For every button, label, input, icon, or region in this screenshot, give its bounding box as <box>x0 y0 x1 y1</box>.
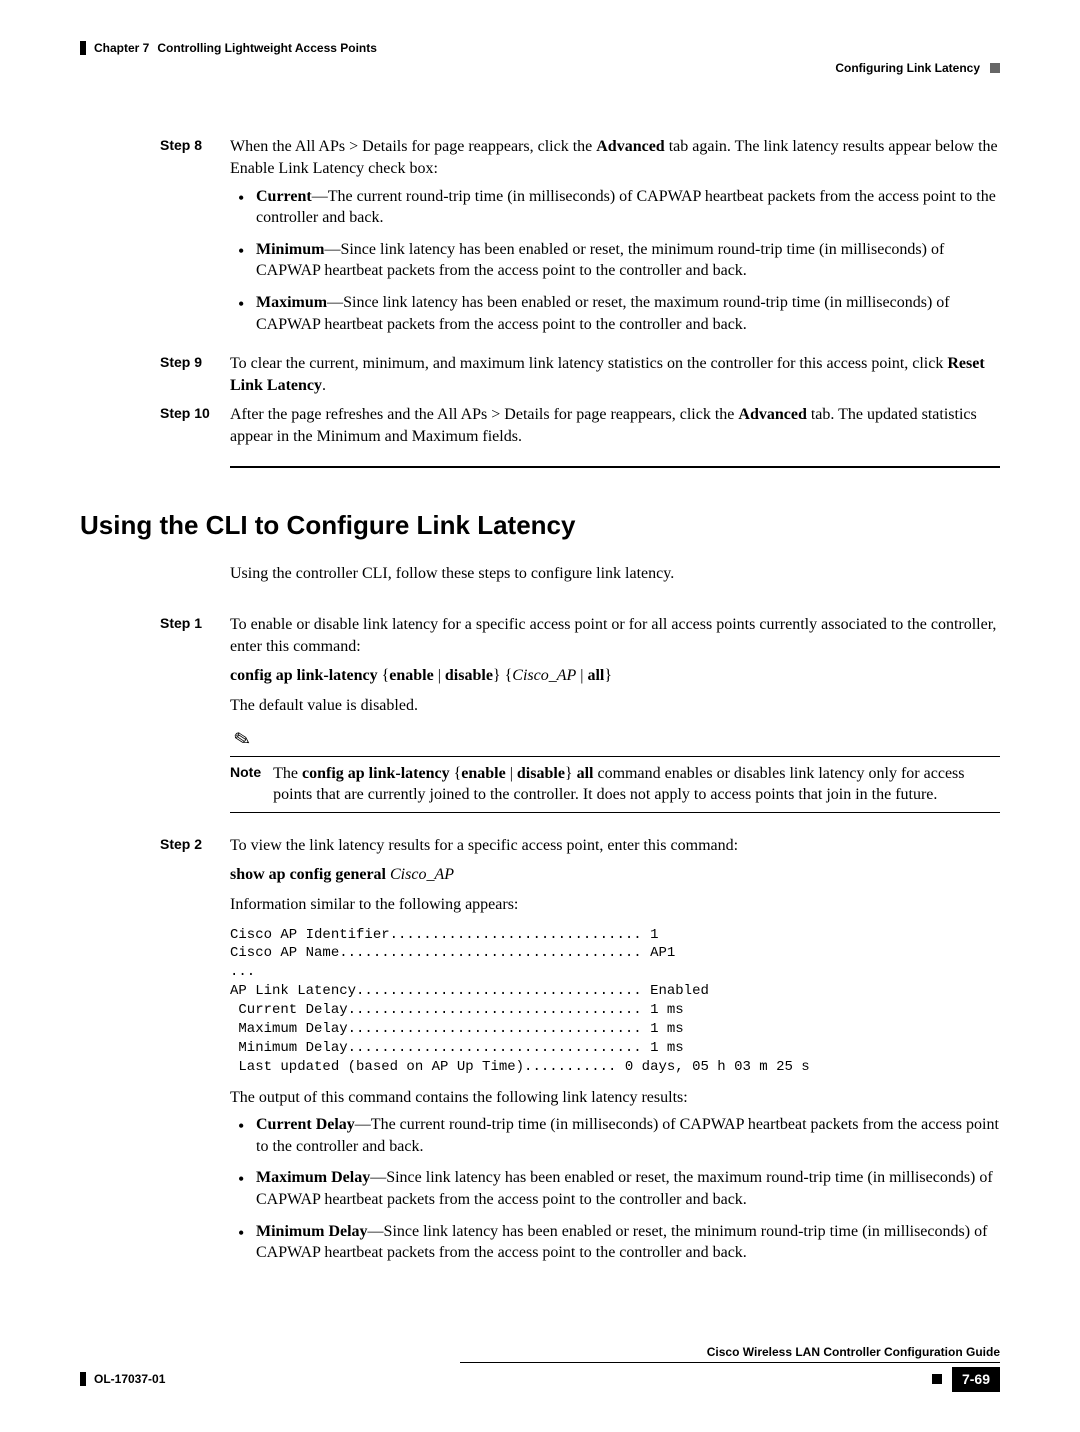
arg: Cisco_AP <box>512 667 576 684</box>
step-label: Step 2 <box>160 835 230 1274</box>
term: Current <box>256 188 312 205</box>
note-body: The config ap link-latency {enable | dis… <box>273 763 1000 806</box>
p: } <box>565 765 577 782</box>
p: | <box>434 667 445 684</box>
cmd: disable <box>517 765 565 782</box>
step-label: Step 10 <box>160 404 230 447</box>
page-footer: Cisco Wireless LAN Controller Configurat… <box>80 1344 1000 1392</box>
step-8: Step 8 When the All APs > Details for pa… <box>160 136 1000 345</box>
cli-step-2: Step 2 To view the link latency results … <box>160 835 1000 1274</box>
cmd: enable <box>389 667 433 684</box>
code-output: Cisco AP Identifier.....................… <box>230 926 1000 1077</box>
header-left: Chapter 7 Controlling Lightweight Access… <box>80 40 377 56</box>
footer-guide-title: Cisco Wireless LAN Controller Configurat… <box>80 1344 1000 1360</box>
cmd: all <box>587 667 604 684</box>
step-body: To enable or disable link latency for a … <box>230 614 1000 827</box>
cmd: disable <box>445 667 493 684</box>
header-marker-icon <box>990 63 1000 73</box>
step-body: When the All APs > Details for page reap… <box>230 136 1000 345</box>
chapter-number: Chapter 7 <box>94 40 149 56</box>
section-divider <box>230 466 1000 468</box>
note-row: Note The config ap link-latency {enable … <box>230 756 1000 813</box>
page-number-badge: 7-69 <box>952 1367 1000 1392</box>
chapter-title: Controlling Lightweight Access Points <box>157 40 377 56</box>
text: . <box>322 377 326 394</box>
footer-left: OL-17037-01 <box>80 1371 165 1387</box>
text: To view the link latency results for a s… <box>230 835 1000 857</box>
footer-rule <box>460 1362 1000 1363</box>
default-text: The default value is disabled. <box>230 695 1000 717</box>
bold: Advanced <box>596 138 664 155</box>
t: The <box>273 765 302 782</box>
p: } { <box>493 667 512 684</box>
p: { <box>450 765 462 782</box>
list-item: Current Delay—The current round-trip tim… <box>256 1114 1000 1157</box>
list-item: Minimum Delay—Since link latency has bee… <box>256 1221 1000 1264</box>
list-item: Minimum—Since link latency has been enab… <box>256 239 1000 282</box>
text: To clear the current, minimum, and maxim… <box>230 355 947 372</box>
command-line: config ap link-latency {enable | disable… <box>230 665 1000 687</box>
footer-marker-icon <box>932 1374 942 1384</box>
desc: —Since link latency has been enabled or … <box>256 294 950 333</box>
note-label: Note <box>230 763 261 806</box>
text: After the page refreshes and the All APs… <box>230 406 738 423</box>
page-header: Chapter 7 Controlling Lightweight Access… <box>80 40 1000 56</box>
bold: Advanced <box>738 406 806 423</box>
page-subheader: Configuring Link Latency <box>80 60 1000 76</box>
step-body: To view the link latency results for a s… <box>230 835 1000 1274</box>
note-block: ✎ Note The config ap link-latency {enabl… <box>230 727 1000 813</box>
cli-step-1: Step 1 To enable or disable link latency… <box>160 614 1000 827</box>
step-10: Step 10 After the page refreshes and the… <box>160 404 1000 447</box>
command-line: show ap config general Cisco_AP <box>230 864 1000 886</box>
cmd: enable <box>461 765 505 782</box>
cmd: config ap link-latency <box>230 667 378 684</box>
cmd: show ap config general <box>230 866 386 883</box>
step-body: After the page refreshes and the All APs… <box>230 404 1000 447</box>
term: Minimum <box>256 241 324 258</box>
footer-bar-icon <box>80 1372 86 1386</box>
header-bar-icon <box>80 41 86 55</box>
step-label: Step 9 <box>160 353 230 396</box>
desc: —The current round-trip time (in millise… <box>256 1116 999 1155</box>
p: { <box>378 667 390 684</box>
p: } <box>604 667 612 684</box>
cmd: all <box>577 765 594 782</box>
desc: —Since link latency has been enabled or … <box>256 241 944 280</box>
list-item: Maximum Delay—Since link latency has bee… <box>256 1167 1000 1210</box>
cmd: config ap link-latency <box>302 765 450 782</box>
arg: Cisco_AP <box>386 866 454 883</box>
section-name: Configuring Link Latency <box>835 60 980 76</box>
note-icon-row: ✎ <box>230 727 1000 754</box>
list-item: Current—The current round-trip time (in … <box>256 186 1000 229</box>
step-label: Step 1 <box>160 614 230 827</box>
text: To enable or disable link latency for a … <box>230 614 1000 657</box>
step-9: Step 9 To clear the current, minimum, an… <box>160 353 1000 396</box>
section-heading: Using the CLI to Configure Link Latency <box>80 508 1000 543</box>
list-item: Maximum—Since link latency has been enab… <box>256 292 1000 335</box>
output-text: The output of this command contains the … <box>230 1087 1000 1109</box>
footer-right: 7-69 <box>932 1367 1000 1392</box>
p: | <box>506 765 517 782</box>
text: When the All APs > Details for page reap… <box>230 138 596 155</box>
p: | <box>576 667 587 684</box>
term: Maximum Delay <box>256 1169 370 1186</box>
term: Current Delay <box>256 1116 355 1133</box>
info-text: Information similar to the following app… <box>230 894 1000 916</box>
step-label: Step 8 <box>160 136 230 345</box>
bullet-list: Current—The current round-trip time (in … <box>256 186 1000 336</box>
footer-row: OL-17037-01 7-69 <box>80 1367 1000 1392</box>
bullet-list: Current Delay—The current round-trip tim… <box>256 1114 1000 1264</box>
intro-paragraph: Using the controller CLI, follow these s… <box>230 563 1000 585</box>
pencil-icon: ✎ <box>231 725 253 755</box>
term: Minimum Delay <box>256 1223 368 1240</box>
term: Maximum <box>256 294 327 311</box>
desc: —The current round-trip time (in millise… <box>256 188 996 227</box>
doc-number: OL-17037-01 <box>94 1371 165 1387</box>
step-body: To clear the current, minimum, and maxim… <box>230 353 1000 396</box>
